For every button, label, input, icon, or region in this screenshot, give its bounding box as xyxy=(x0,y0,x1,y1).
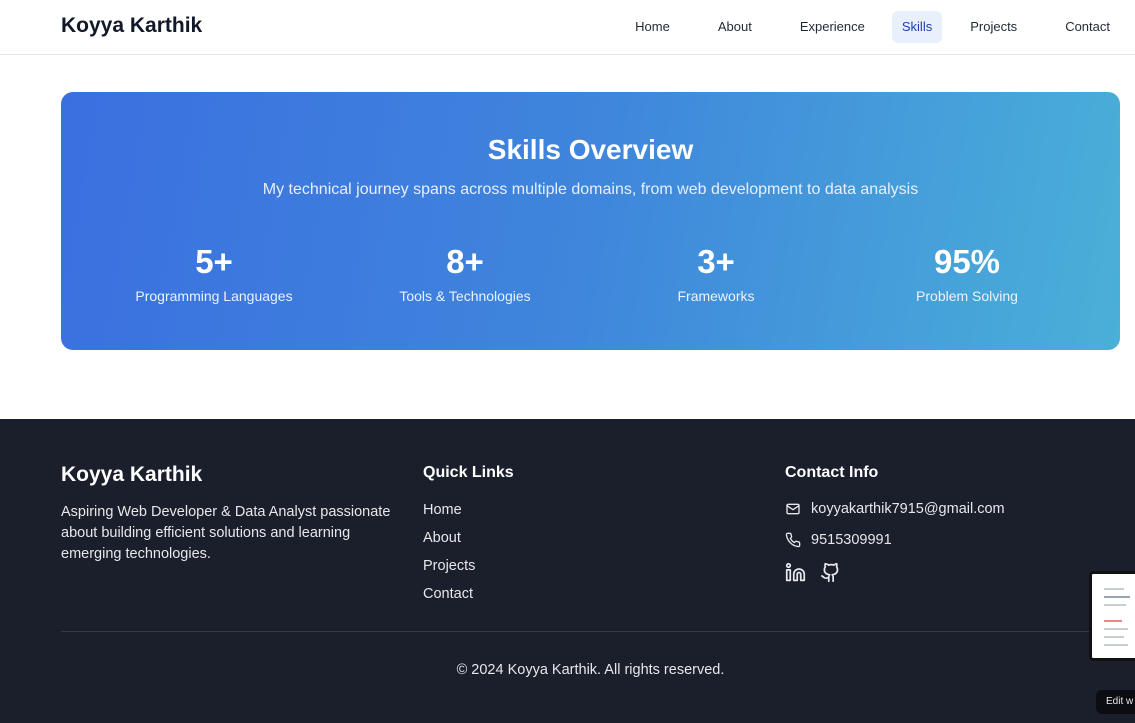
github-icon[interactable] xyxy=(820,562,841,588)
phone-icon xyxy=(785,532,801,548)
main-nav: Home About Experience Skills Projects Co… xyxy=(625,11,1135,43)
site-footer: Koyya Karthik Aspiring Web Developer & D… xyxy=(0,419,1135,723)
copyright-text: © 2024 Koyya Karthik. All rights reserve… xyxy=(456,662,725,678)
quick-links: Home About Projects Contact xyxy=(423,501,475,613)
social-links xyxy=(785,562,855,588)
contact-phone-row[interactable]: 9515309991 xyxy=(785,532,892,548)
stat-card: 95% Problem Solving xyxy=(867,242,1067,304)
site-header: Koyya Karthik Home About Experience Skil… xyxy=(0,0,1135,55)
nav-contact[interactable]: Contact xyxy=(1055,11,1120,43)
stat-value: 8+ xyxy=(446,243,484,280)
stat-label: Problem Solving xyxy=(916,288,1018,304)
nav-projects[interactable]: Projects xyxy=(960,11,1027,43)
contact-phone: 9515309991 xyxy=(811,532,892,548)
preview-thumbnail[interactable] xyxy=(1089,571,1135,661)
stat-label: Programming Languages xyxy=(135,288,293,304)
stat-label: Tools & Technologies xyxy=(399,288,531,304)
stat-value: 3+ xyxy=(697,243,735,280)
nav-skills[interactable]: Skills xyxy=(891,11,943,43)
footer-link-about[interactable]: About xyxy=(423,529,475,557)
footer-divider xyxy=(61,631,1135,632)
stat-value: 95% xyxy=(933,243,1001,280)
nav-about[interactable]: About xyxy=(708,11,762,43)
nav-home[interactable]: Home xyxy=(625,11,680,43)
contact-email: koyyakarthik7915@gmail.com xyxy=(811,501,1005,517)
footer-description: Aspiring Web Developer & Data Analyst pa… xyxy=(61,504,391,562)
contact-info-heading: Contact Info xyxy=(785,464,879,481)
nav-experience[interactable]: Experience xyxy=(790,11,875,43)
stat-card: 5+ Programming Languages xyxy=(114,242,314,304)
footer-brand: Koyya Karthik xyxy=(61,463,203,486)
stat-card: 3+ Frameworks xyxy=(616,242,816,304)
footer-link-contact[interactable]: Contact xyxy=(423,585,475,613)
stat-card: 8+ Tools & Technologies xyxy=(365,242,565,304)
contact-email-row[interactable]: koyyakarthik7915@gmail.com xyxy=(785,501,1005,517)
section-title: Skills Overview xyxy=(487,134,694,165)
brand-logo[interactable]: Koyya Karthik xyxy=(61,14,202,38)
quick-links-heading: Quick Links xyxy=(423,464,514,481)
footer-link-projects[interactable]: Projects xyxy=(423,557,475,585)
section-subtitle: My technical journey spans across multip… xyxy=(262,181,919,198)
edit-button[interactable]: Edit w xyxy=(1096,690,1135,714)
stat-value: 5+ xyxy=(195,243,233,280)
linkedin-icon[interactable] xyxy=(785,562,806,588)
skills-overview-banner: Skills Overview My technical journey spa… xyxy=(61,92,1120,350)
footer-link-home[interactable]: Home xyxy=(423,501,475,529)
stat-label: Frameworks xyxy=(677,288,755,304)
mail-icon xyxy=(786,503,800,515)
